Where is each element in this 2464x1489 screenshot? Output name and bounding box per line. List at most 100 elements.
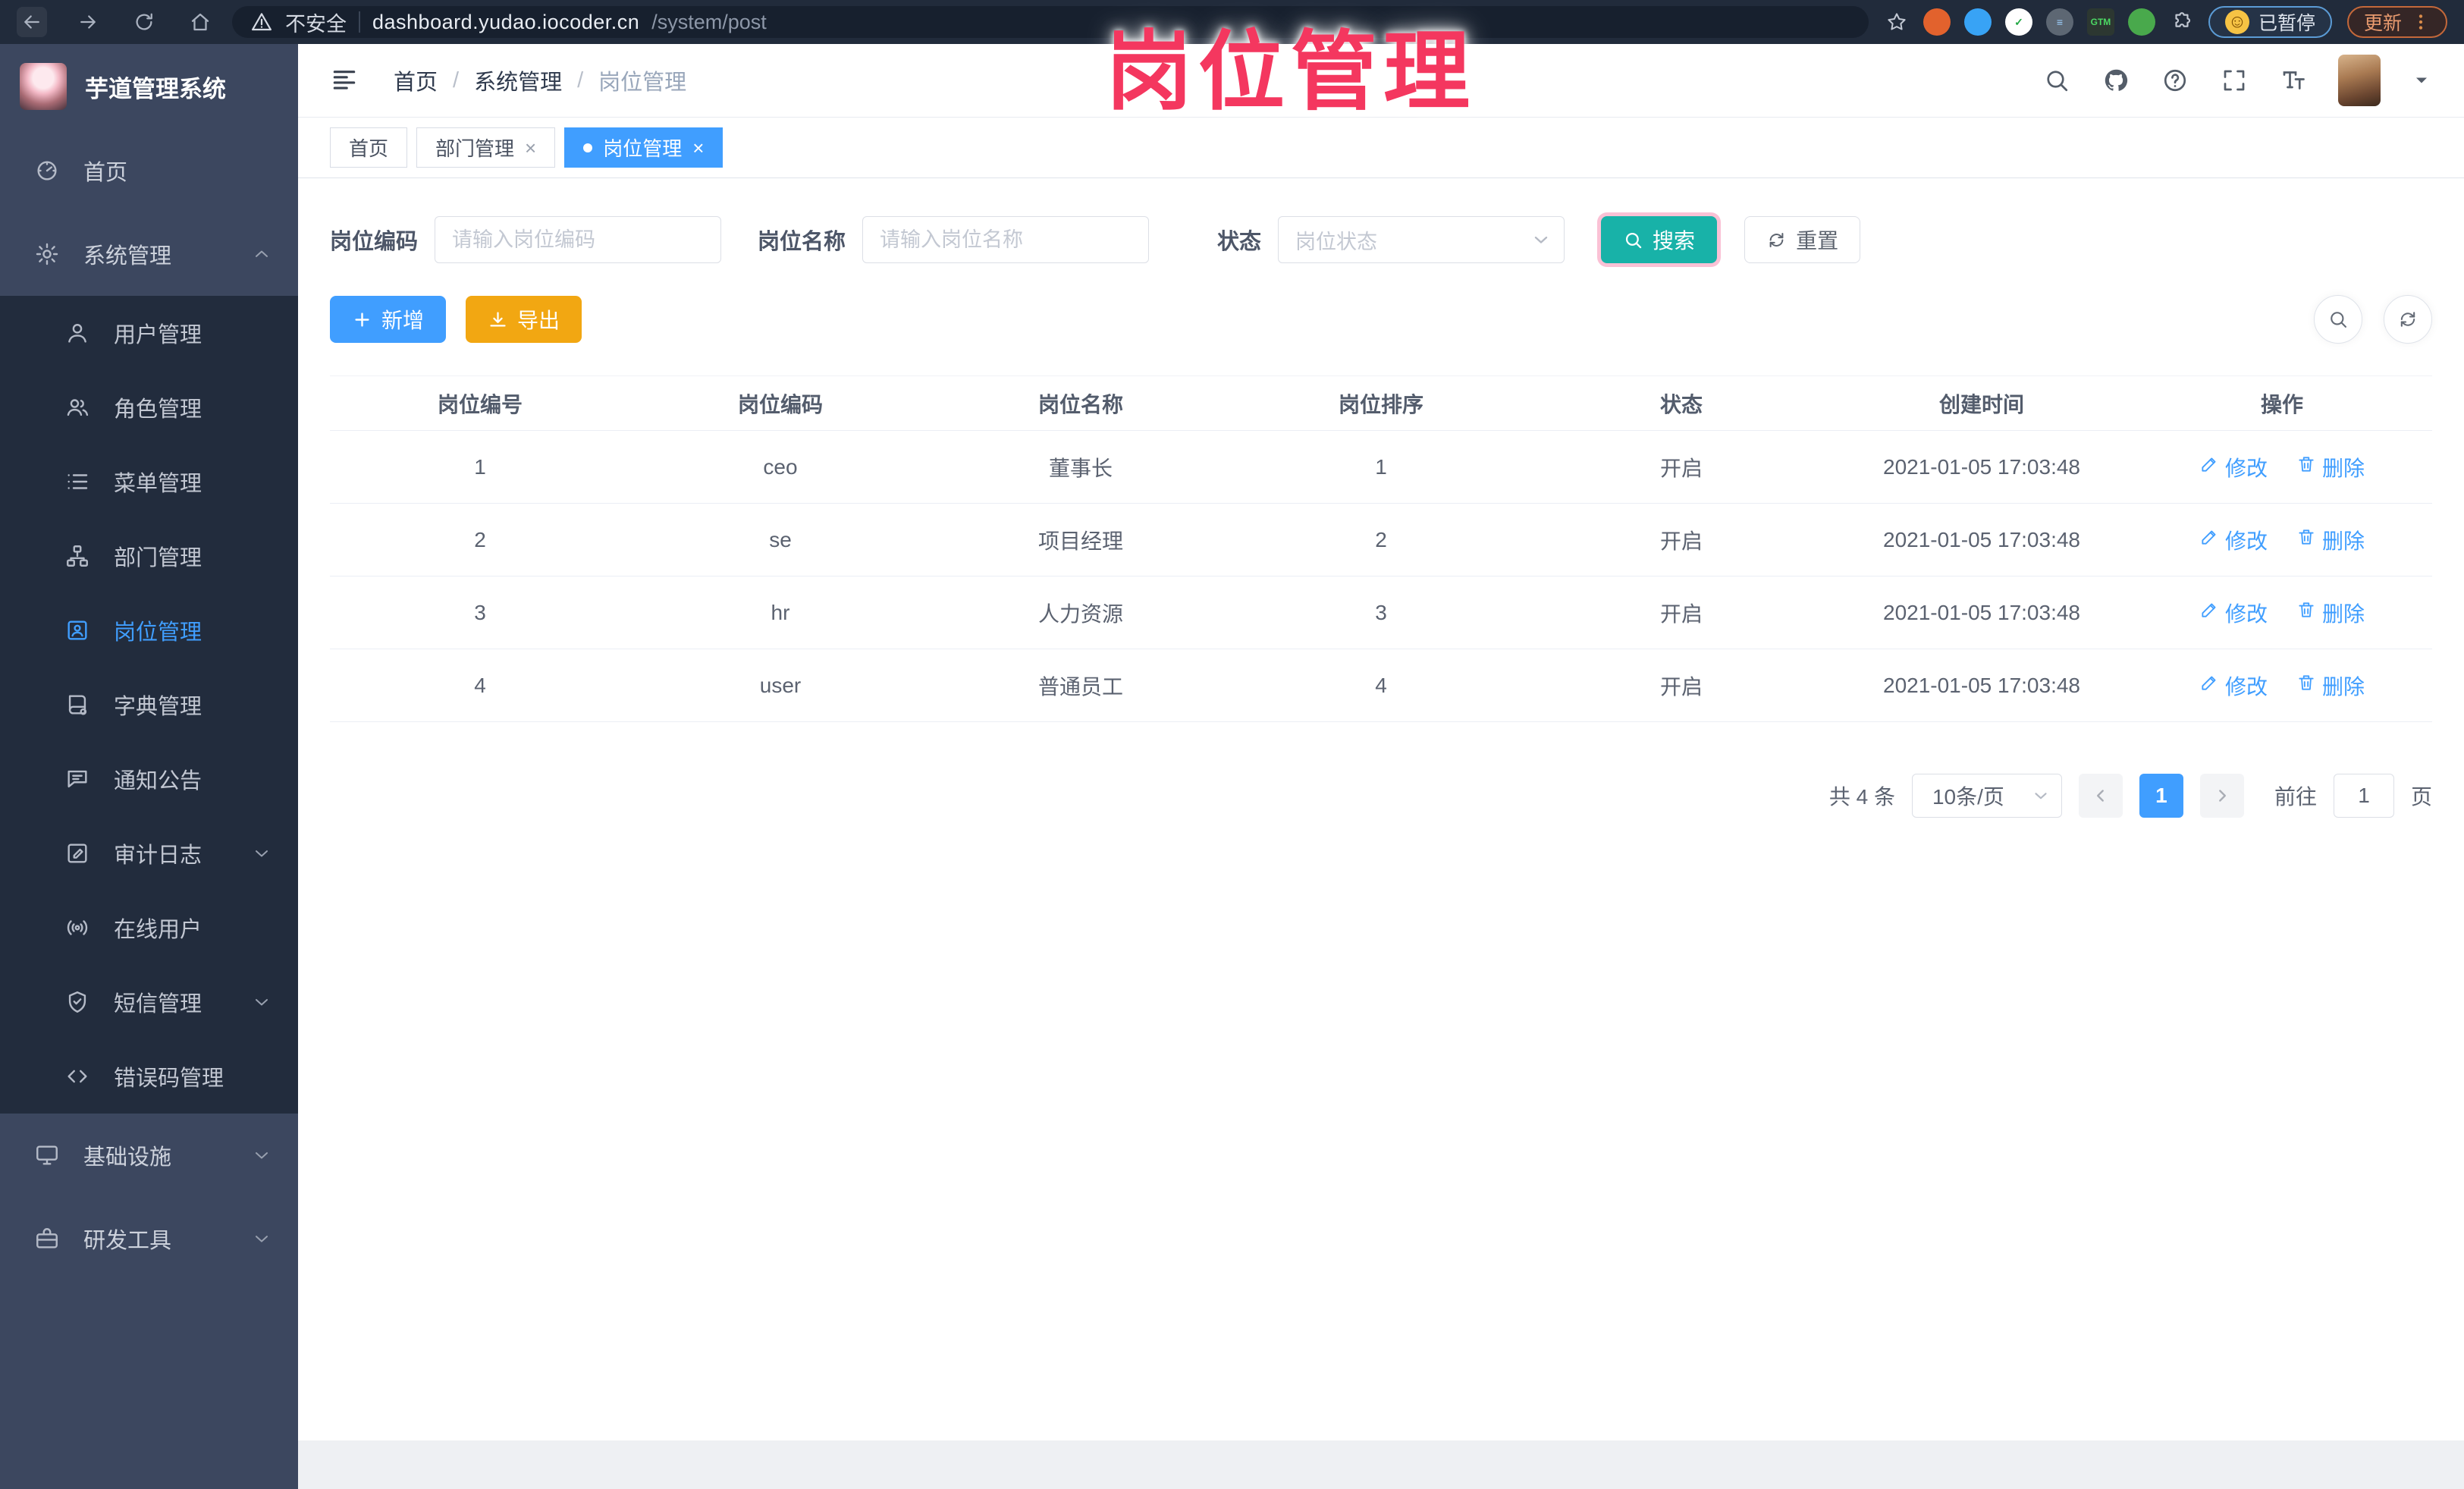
close-tab-icon[interactable]: × (525, 138, 536, 158)
sidebar-item-dict-management[interactable]: 字典管理 (0, 668, 298, 742)
cell-sort: 3 (1375, 600, 1387, 624)
delete-link[interactable]: 删除 (2296, 525, 2365, 555)
trash-icon (2296, 454, 2316, 479)
edit-icon (2199, 600, 2219, 625)
security-label[interactable]: 不安全 (285, 8, 347, 37)
breadcrumb-home[interactable]: 首页 (394, 64, 438, 96)
browser-reload-button[interactable] (129, 7, 159, 37)
table-row: 4 user 普通员工 4 开启 2021-01-05 17:03:48 修改 删除 (330, 649, 2432, 722)
page-bottom-strip (298, 1440, 2464, 1489)
sidebar-item-label: 研发工具 (83, 1229, 172, 1253)
close-tab-icon[interactable]: × (692, 138, 704, 158)
post-code-input[interactable] (435, 216, 722, 263)
sidebar-item-label: 审计日志 (114, 843, 202, 868)
sidebar-item-sms-management[interactable]: 短信管理 (0, 965, 298, 1039)
column-header: 状态 (1659, 392, 1703, 416)
edit-link[interactable]: 修改 (2199, 598, 2268, 628)
sidebar-item-menu-management[interactable]: 菜单管理 (0, 445, 298, 519)
sidebar-item-online-users[interactable]: 在线用户 (0, 891, 298, 965)
current-page-button[interactable]: 1 (2139, 774, 2183, 818)
edit-icon (2199, 527, 2219, 552)
trash-icon (2296, 527, 2316, 552)
column-header: 岗位编码 (737, 392, 823, 416)
sidebar-item-system-management[interactable]: 系统管理 (0, 212, 298, 296)
tag-manager-extension-icon[interactable]: GTM (2086, 8, 2114, 36)
address-bar[interactable]: 不安全 dashboard.yudao.iocoder.cn/system/po… (232, 6, 1869, 38)
help-question-icon[interactable] (2161, 66, 2189, 95)
delete-link[interactable]: 删除 (2296, 598, 2365, 628)
edit-link[interactable]: 修改 (2199, 525, 2268, 555)
search-icon[interactable] (2042, 66, 2071, 95)
op-label: 删除 (2322, 529, 2365, 553)
tab-post-management[interactable]: 岗位管理 × (564, 127, 724, 168)
collapse-sidebar-icon[interactable] (330, 65, 360, 96)
edit-link[interactable]: 修改 (2199, 671, 2268, 701)
browser-home-button[interactable] (185, 7, 215, 37)
goto-label: 前往 (2274, 785, 2317, 809)
fullscreen-icon[interactable] (2220, 66, 2249, 95)
cell-name: 普通员工 (1037, 674, 1123, 699)
status-select[interactable]: 岗位状态 (1278, 216, 1565, 263)
op-label: 删除 (2322, 602, 2365, 626)
browser-back-button[interactable] (17, 7, 47, 37)
reset-button[interactable]: 重置 (1744, 216, 1861, 263)
goto-page-input[interactable] (2333, 774, 2394, 818)
orange-ring-extension-icon[interactable] (1923, 8, 1951, 36)
refresh-icon[interactable] (2384, 295, 2432, 344)
page-size-value: 10条/页 (1932, 785, 2004, 809)
green-sprout-extension-icon[interactable] (2127, 8, 2155, 36)
sidebar-logo-row[interactable]: 芋道管理系统 (0, 44, 298, 129)
github-icon[interactable] (2101, 66, 2130, 95)
breadcrumb-system[interactable]: 系统管理 (474, 64, 562, 96)
delete-link[interactable]: 删除 (2296, 452, 2365, 482)
sidebar-item-post-management[interactable]: 岗位管理 (0, 593, 298, 668)
prev-page-button[interactable] (2078, 774, 2123, 818)
sidebar-item-dev-tools[interactable]: 研发工具 (0, 1197, 298, 1280)
sidebar-item-label: 角色管理 (114, 397, 202, 422)
browser-menu-dots-icon[interactable] (2411, 12, 2431, 32)
paused-extension-badge[interactable]: ☺ 已暂停 (2208, 6, 2332, 38)
breadcrumb-current: 岗位管理 (598, 71, 687, 95)
sidebar-item-error-code-management[interactable]: 错误码管理 (0, 1039, 298, 1114)
search-button[interactable]: 搜索 (1601, 216, 1718, 263)
browser-update-button[interactable]: 更新 (2346, 6, 2447, 38)
user-icon (62, 318, 93, 348)
trash-icon (2296, 600, 2316, 625)
sidebar-item-label: 通知公告 (114, 769, 202, 793)
add-button-label: 新增 (381, 309, 425, 332)
badge-icon (62, 615, 93, 646)
page-size-select[interactable]: 10条/页 (1911, 774, 2062, 818)
status-select-placeholder: 岗位状态 (1295, 230, 1378, 253)
browser-forward-button[interactable] (73, 7, 103, 37)
op-label: 修改 (2224, 529, 2268, 553)
tab-home[interactable]: 首页 (330, 127, 408, 168)
sidebar-item-infrastructure[interactable]: 基础设施 (0, 1114, 298, 1197)
font-size-icon[interactable] (2279, 66, 2308, 95)
sidebar-item-dept-management[interactable]: 部门管理 (0, 519, 298, 593)
sidebar-item-role-management[interactable]: 角色管理 (0, 370, 298, 445)
sidebar-item-home[interactable]: 首页 (0, 129, 298, 212)
user-avatar[interactable] (2338, 55, 2381, 106)
tab-dept-management[interactable]: 部门管理 × (416, 127, 556, 168)
sidebar-item-audit-log[interactable]: 审计日志 (0, 816, 298, 891)
toggle-search-icon[interactable] (2314, 295, 2362, 344)
export-button[interactable]: 导出 (466, 296, 582, 343)
next-page-button[interactable] (2199, 774, 2244, 818)
cell-id: 4 (474, 673, 486, 697)
add-button[interactable]: 新增 (330, 296, 447, 343)
post-table: 岗位编号 岗位编码 岗位名称 岗位排序 状态 创建时间 操作 1 ceo 董事长 1 开… (330, 375, 2432, 722)
green-check-extension-icon[interactable]: ✓ (2004, 8, 2032, 36)
bookmark-star-icon[interactable] (1885, 11, 1908, 33)
sidebar-item-user-management[interactable]: 用户管理 (0, 296, 298, 370)
chevron-down-icon[interactable] (2411, 70, 2432, 91)
edit-link[interactable]: 修改 (2199, 452, 2268, 482)
tab-label: 首页 (349, 137, 389, 160)
delete-link[interactable]: 删除 (2296, 671, 2365, 701)
sidebar-item-notice-announcement[interactable]: 通知公告 (0, 742, 298, 816)
post-name-input[interactable] (862, 216, 1150, 263)
extensions-puzzle-icon[interactable] (2171, 11, 2193, 33)
gray-stats-extension-icon[interactable]: ≡ (2045, 8, 2073, 36)
url-divider (359, 11, 360, 33)
blue-drop-extension-icon[interactable] (1963, 8, 1992, 36)
tab-bar: 首页 部门管理 × 岗位管理 × (298, 118, 2464, 178)
